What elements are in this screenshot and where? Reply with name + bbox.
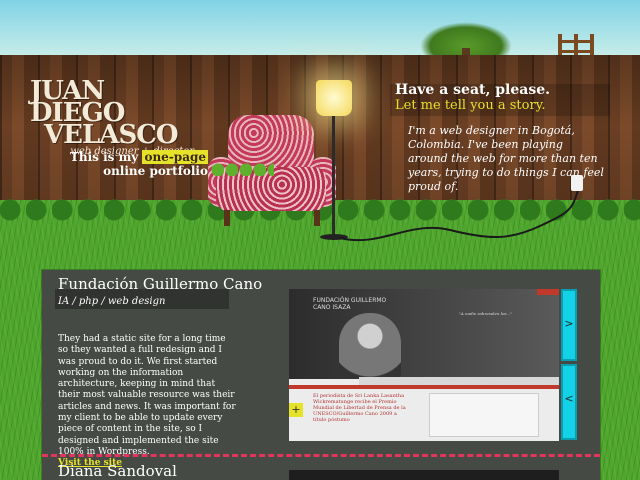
- lamp-cable: [340, 190, 579, 242]
- expand-plus-button[interactable]: +: [289, 403, 303, 417]
- tagline: This is my one-page online portfolio: [58, 150, 208, 178]
- project-description-text: They had a static site for a long time s…: [58, 334, 236, 457]
- tagline-suffix: online portfolio: [103, 164, 208, 178]
- sky-background: [0, 0, 640, 60]
- project-title: Diana Sandoval: [58, 462, 177, 480]
- chevron-left-icon: <: [564, 392, 574, 405]
- project-screenshot[interactable]: [289, 470, 559, 480]
- intro-text: I'm a web designer in Bogotá, Colombia. …: [408, 124, 604, 193]
- intro-subtitle: Let me tell you a story.: [395, 98, 546, 113]
- project-tags: IA / php / web design: [58, 296, 166, 307]
- screenshot-red-bar: [289, 385, 559, 389]
- tagline-prefix: This is my: [69, 150, 143, 164]
- project-screenshot[interactable]: FUNDACIÓN GUILLERMO CANO ISAZA "A nadie …: [289, 289, 559, 441]
- section-divider: [42, 454, 600, 457]
- screenshot-nav: [359, 377, 559, 385]
- project-title: Fundación Guillermo Cano: [58, 275, 263, 293]
- screenshot-sidebar: [429, 393, 539, 437]
- screenshot-red-badge: [537, 289, 559, 295]
- floor-lamp-icon: [316, 80, 352, 116]
- intro-title: Have a seat, please.: [395, 82, 550, 98]
- logo-line-1: JUAN DIEGO: [30, 76, 125, 128]
- screenshot-article: El periodista de Sri Lanka Lasantha Wick…: [313, 393, 406, 423]
- screenshot-logo: FUNDACIÓN GUILLERMO CANO ISAZA: [313, 297, 387, 311]
- tagline-highlight: one-page: [142, 150, 208, 164]
- logo-line-2: VELASCO: [44, 120, 179, 150]
- next-slide-button[interactable]: >: [561, 289, 577, 361]
- screenshot-portrait: [339, 313, 401, 379]
- site-logo[interactable]: JUAN DIEGO VELASCO web designer + direct…: [30, 76, 200, 157]
- screenshot-quote: "A nadie sobresalen los...": [459, 311, 513, 316]
- intro-heading: Have a seat, please. Let me tell you a s…: [395, 82, 595, 114]
- previous-slide-button[interactable]: <: [561, 364, 577, 440]
- vine-decoration: [210, 160, 274, 190]
- project-description: They had a static site for a long time s…: [58, 334, 236, 470]
- lamp-pole: [332, 116, 335, 238]
- chevron-right-icon: >: [564, 317, 574, 330]
